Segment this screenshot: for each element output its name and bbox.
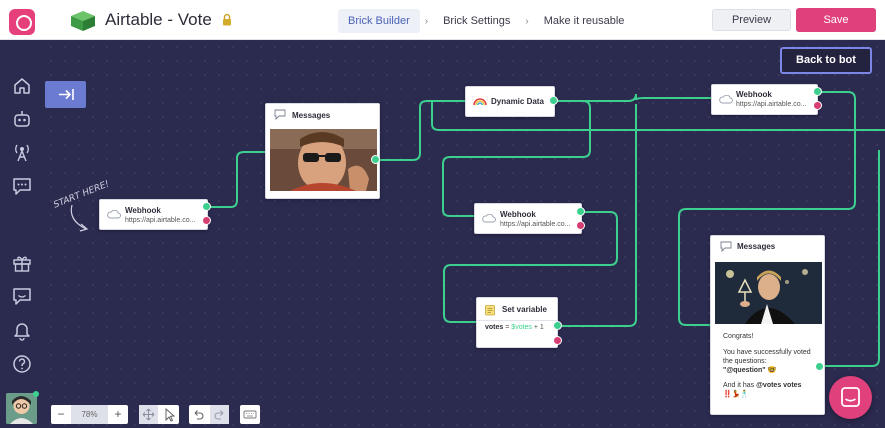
help-icon[interactable] bbox=[11, 353, 33, 375]
message-line: And it has bbox=[723, 382, 755, 389]
cloud-icon bbox=[482, 214, 496, 223]
success-port[interactable] bbox=[576, 207, 585, 216]
bot-title: Airtable - Vote bbox=[105, 10, 212, 29]
top-bar: Airtable - Vote Brick Builder › Brick Se… bbox=[0, 0, 885, 40]
keyboard-shortcuts-button[interactable] bbox=[240, 405, 260, 424]
keyboard-icon bbox=[243, 410, 257, 419]
zoom-out-button[interactable]: − bbox=[51, 405, 71, 424]
success-port[interactable] bbox=[813, 87, 822, 96]
bot-icon[interactable] bbox=[11, 108, 33, 130]
rainbow-icon bbox=[473, 98, 487, 106]
zoom-in-button[interactable]: + bbox=[108, 405, 128, 424]
failure-port[interactable] bbox=[813, 101, 822, 110]
success-port[interactable] bbox=[815, 362, 824, 371]
message-gif-image bbox=[270, 129, 377, 191]
dynamic-data-node[interactable]: Dynamic Data bbox=[465, 86, 555, 117]
message-line: "@question" 🤓 bbox=[723, 367, 777, 374]
node-url: https://api.airtable.co... bbox=[125, 217, 196, 224]
node-title: Dynamic Data bbox=[491, 97, 544, 106]
message-line: ‼️💃🕺 bbox=[723, 391, 750, 398]
set-variable-node[interactable]: Set variable votes = $votes + 1 bbox=[476, 297, 558, 348]
expr-rhs: $votes bbox=[511, 324, 532, 331]
lock-icon[interactable] bbox=[222, 13, 232, 26]
feedback-icon[interactable] bbox=[11, 285, 33, 307]
cloud-icon bbox=[719, 95, 733, 104]
pan-mode-button[interactable] bbox=[139, 405, 158, 424]
collapse-arrow-icon bbox=[59, 89, 74, 100]
speech-bubble-icon bbox=[274, 109, 286, 120]
back-to-bot-button[interactable]: Back to bot bbox=[780, 47, 872, 74]
notepad-icon bbox=[485, 305, 495, 316]
online-status-dot bbox=[33, 391, 39, 397]
support-chat-launcher[interactable] bbox=[829, 376, 872, 419]
move-icon bbox=[142, 408, 155, 421]
redo-button[interactable] bbox=[210, 405, 229, 424]
webhook-node-top[interactable]: Webhook https://api.airtable.co... bbox=[711, 84, 818, 115]
tab-separator: › bbox=[525, 15, 529, 27]
bot-cube-icon bbox=[71, 11, 95, 31]
history-group bbox=[189, 405, 229, 424]
message-text-block: Congrats! You have successfully voted th… bbox=[723, 332, 818, 399]
set-variable-expression: votes = $votes + 1 bbox=[485, 324, 544, 331]
undo-icon bbox=[194, 410, 204, 420]
collapse-panel-button[interactable] bbox=[45, 81, 86, 108]
webhook-node-start[interactable]: Webhook https://api.airtable.co... bbox=[99, 199, 208, 230]
cloud-icon bbox=[107, 210, 121, 219]
undo-button[interactable] bbox=[189, 405, 208, 424]
node-title: Webhook bbox=[125, 206, 161, 215]
chat-bubble-icon bbox=[841, 387, 860, 407]
preview-button[interactable]: Preview bbox=[712, 9, 791, 31]
expr-variable: votes bbox=[485, 324, 504, 331]
success-port[interactable] bbox=[371, 155, 380, 164]
redo-icon bbox=[214, 410, 224, 420]
message-line: Congrats! bbox=[723, 333, 754, 340]
node-title: Messages bbox=[737, 242, 776, 251]
failure-port[interactable] bbox=[553, 336, 562, 345]
tab-brick-settings[interactable]: Brick Settings bbox=[433, 9, 520, 33]
bell-icon[interactable] bbox=[11, 319, 33, 341]
zoom-level: 78% bbox=[71, 405, 108, 424]
node-divider bbox=[477, 320, 557, 321]
save-button[interactable]: Save bbox=[796, 8, 876, 32]
left-sidebar bbox=[0, 40, 44, 428]
builder-tabs: Brick Builder › Brick Settings › Make it… bbox=[338, 9, 634, 33]
message-line-bold: @votes votes bbox=[756, 382, 802, 389]
chat-icon[interactable] bbox=[11, 175, 33, 197]
success-port[interactable] bbox=[549, 96, 558, 105]
node-url: https://api.airtable.co... bbox=[500, 221, 571, 228]
node-url: https://api.airtable.co... bbox=[736, 101, 807, 108]
expr-operator: = bbox=[505, 324, 510, 331]
tab-separator: › bbox=[424, 15, 429, 27]
node-title: Messages bbox=[292, 111, 331, 120]
brand-logo-icon[interactable] bbox=[9, 9, 35, 35]
zoom-control: − 78% + bbox=[51, 405, 128, 424]
expr-plus: + 1 bbox=[533, 324, 544, 331]
messages-node-1[interactable]: Messages bbox=[265, 103, 380, 199]
select-mode-button[interactable] bbox=[160, 405, 179, 424]
pointer-icon bbox=[165, 408, 176, 422]
user-avatar[interactable] bbox=[6, 393, 37, 424]
webhook-node-mid[interactable]: Webhook https://api.airtable.co... bbox=[474, 203, 582, 234]
message-gif-image bbox=[715, 262, 822, 324]
speech-bubble-icon bbox=[720, 241, 732, 252]
message-line: You have successfully voted the question… bbox=[723, 349, 811, 365]
failure-port[interactable] bbox=[202, 216, 211, 225]
cursor-mode-group bbox=[139, 405, 179, 424]
node-title: Webhook bbox=[500, 210, 536, 219]
success-port[interactable] bbox=[553, 321, 562, 330]
failure-port[interactable] bbox=[576, 221, 585, 230]
tab-brick-builder[interactable]: Brick Builder bbox=[338, 9, 420, 33]
gift-icon[interactable] bbox=[11, 252, 33, 274]
success-port[interactable] bbox=[202, 202, 211, 211]
node-title: Webhook bbox=[736, 90, 772, 99]
broadcast-icon[interactable] bbox=[11, 141, 33, 163]
messages-node-2[interactable]: Messages Congrats! You have successfully… bbox=[710, 235, 825, 415]
home-icon[interactable] bbox=[11, 75, 33, 97]
node-title: Set variable bbox=[502, 305, 547, 314]
tab-make-reusable[interactable]: Make it reusable bbox=[534, 9, 635, 33]
